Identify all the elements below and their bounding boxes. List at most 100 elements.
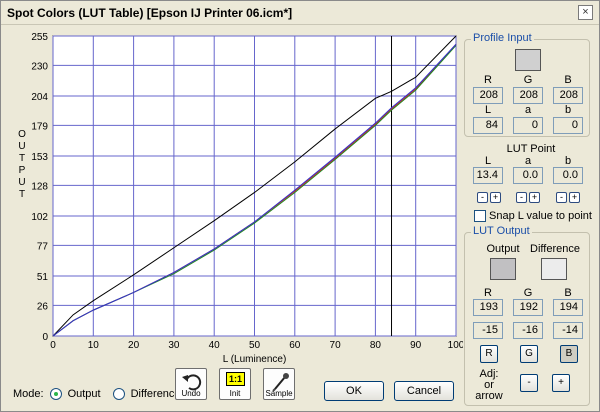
profile-g-value: 208 — [513, 87, 543, 104]
cancel-button[interactable]: Cancel — [394, 381, 454, 401]
lut-point-a-plus-button[interactable]: + — [529, 192, 540, 203]
x-tick-label: 100 — [448, 340, 463, 351]
undo-label: Undo — [181, 389, 201, 398]
lut-point-l-plus-button[interactable]: + — [490, 192, 501, 203]
channel-r-button[interactable]: R — [480, 345, 498, 363]
adj-plus-button[interactable]: + — [552, 374, 570, 392]
lut-point-title: LUT Point — [506, 143, 556, 155]
y-axis-label-letter: O — [18, 129, 26, 140]
output-r-label: R — [484, 287, 492, 299]
window-title: Spot Colors (LUT Table) [Epson IJ Printe… — [7, 6, 293, 20]
y-axis-label-letter: U — [18, 177, 25, 188]
y-axis-label: OUTPUT — [18, 129, 26, 200]
profile-input-group: Profile Input R G B 208 208 208 L a b 84… — [464, 32, 590, 137]
output-b-label: B — [564, 287, 572, 299]
profile-b2-value: 0 — [553, 117, 583, 134]
lut-output-group: LUT Output Output Difference R G B 193 1… — [464, 225, 590, 406]
profile-g-label: G — [523, 74, 533, 86]
adj-label: Adj: or arrow — [469, 369, 509, 402]
undo-button[interactable]: Undo — [175, 368, 207, 400]
output-g-label: G — [523, 287, 533, 299]
y-axis-label-letter: T — [19, 189, 25, 200]
y-axis-label-letter: T — [19, 153, 25, 164]
profile-input-title: Profile Input — [471, 32, 534, 44]
lut-output-difference-label: Difference — [530, 243, 580, 255]
sample-label: Sample — [265, 389, 293, 398]
lut-point-l-minus-button[interactable]: - — [477, 192, 488, 203]
lut-table-window: Spot Colors (LUT Table) [Epson IJ Printe… — [0, 0, 600, 412]
difference-color-swatch — [541, 258, 567, 280]
lut-point-l-label: L — [484, 155, 492, 167]
x-tick-label: 10 — [88, 340, 100, 351]
chart-grid — [52, 35, 457, 337]
difference-b-value: -14 — [553, 322, 583, 339]
init-icon: 1:1 — [226, 372, 245, 386]
y-tick-label: 128 — [31, 181, 48, 192]
difference-r-value: -15 — [473, 322, 503, 339]
sample-button[interactable]: Sample — [263, 368, 295, 400]
y-tick-label: 230 — [31, 61, 48, 72]
profile-l-value: 84 — [473, 117, 503, 134]
mode-difference-radio[interactable] — [112, 388, 125, 400]
y-tick-label: 51 — [37, 272, 49, 283]
adj-minus-button[interactable]: - — [520, 374, 538, 392]
lut-chart[interactable]: 0 10 20 30 40 50 60 70 80 90 100 0 26 51 77 102 128 153 17… — [1, 25, 465, 365]
profile-a-label: a — [524, 104, 532, 116]
ok-button[interactable]: OK — [324, 381, 384, 401]
output-g-value: 192 — [513, 299, 543, 316]
lut-point-b-minus-button[interactable]: - — [556, 192, 567, 203]
x-axis-label: L (Luminence) — [223, 354, 287, 365]
title-bar: Spot Colors (LUT Table) [Epson IJ Printe… — [1, 1, 599, 25]
output-color-swatch — [490, 258, 516, 280]
lut-chart-svg[interactable]: 0 10 20 30 40 50 60 70 80 90 100 0 26 51 77 102 128 153 17… — [1, 25, 465, 365]
mode-selector: Mode: Output Difference — [13, 388, 181, 400]
lut-output-output-label: Output — [486, 243, 520, 255]
y-axis-label-letter: P — [19, 165, 26, 176]
mode-difference-label[interactable]: Difference — [131, 388, 181, 400]
lut-point-a-value[interactable]: 0.0 — [513, 167, 543, 184]
profile-a-value: 0 — [513, 117, 543, 134]
y-tick-label: 102 — [31, 212, 48, 223]
output-r-value: 193 — [473, 299, 503, 316]
y-tick-label: 26 — [37, 301, 49, 312]
x-tick-label: 40 — [209, 340, 221, 351]
profile-b-label: B — [564, 74, 572, 86]
x-tick-label: 20 — [128, 340, 140, 351]
lut-point-l-value[interactable]: 13.4 — [473, 167, 503, 184]
x-tick-label: 90 — [410, 340, 422, 351]
snap-l-label[interactable]: Snap L value to point — [489, 210, 592, 222]
init-button[interactable]: 1:1 Init — [219, 368, 251, 400]
mode-label: Mode: — [13, 388, 44, 400]
profile-r-label: R — [484, 74, 492, 86]
y-tick-label: 255 — [31, 32, 48, 43]
lut-point-b-value[interactable]: 0.0 — [553, 167, 583, 184]
x-tick-label: 50 — [249, 340, 261, 351]
mode-output-radio[interactable] — [49, 388, 62, 400]
lut-point-b-plus-button[interactable]: + — [569, 192, 580, 203]
channel-b-button[interactable]: B — [560, 345, 578, 363]
profile-r-value: 208 — [473, 87, 503, 104]
mode-output-label[interactable]: Output — [68, 388, 101, 400]
y-tick-label: 77 — [37, 241, 49, 252]
close-button[interactable]: × — [578, 5, 593, 20]
lut-point-b-label: b — [564, 155, 572, 167]
y-tick-label: 0 — [42, 332, 48, 343]
channel-g-button[interactable]: G — [520, 345, 538, 363]
x-tick-label: 80 — [370, 340, 382, 351]
adj-label-line2: or arrow — [475, 379, 503, 402]
profile-b2-label: b — [564, 104, 572, 116]
difference-g-value: -16 — [513, 322, 543, 339]
lut-point-a-label: a — [524, 155, 532, 167]
x-tick-label: 60 — [289, 340, 301, 351]
lut-output-title: LUT Output — [471, 225, 532, 237]
x-tick-label: 0 — [50, 340, 56, 351]
x-tick-label: 30 — [168, 340, 180, 351]
x-tick-label: 70 — [330, 340, 342, 351]
profile-b-value: 208 — [553, 87, 583, 104]
snap-l-checkbox[interactable] — [474, 210, 486, 222]
profile-l-label: L — [484, 104, 492, 116]
output-b-value: 194 — [553, 299, 583, 316]
y-axis-label-letter: U — [18, 141, 25, 152]
lut-point-a-minus-button[interactable]: - — [516, 192, 527, 203]
y-tick-label: 153 — [31, 152, 48, 163]
